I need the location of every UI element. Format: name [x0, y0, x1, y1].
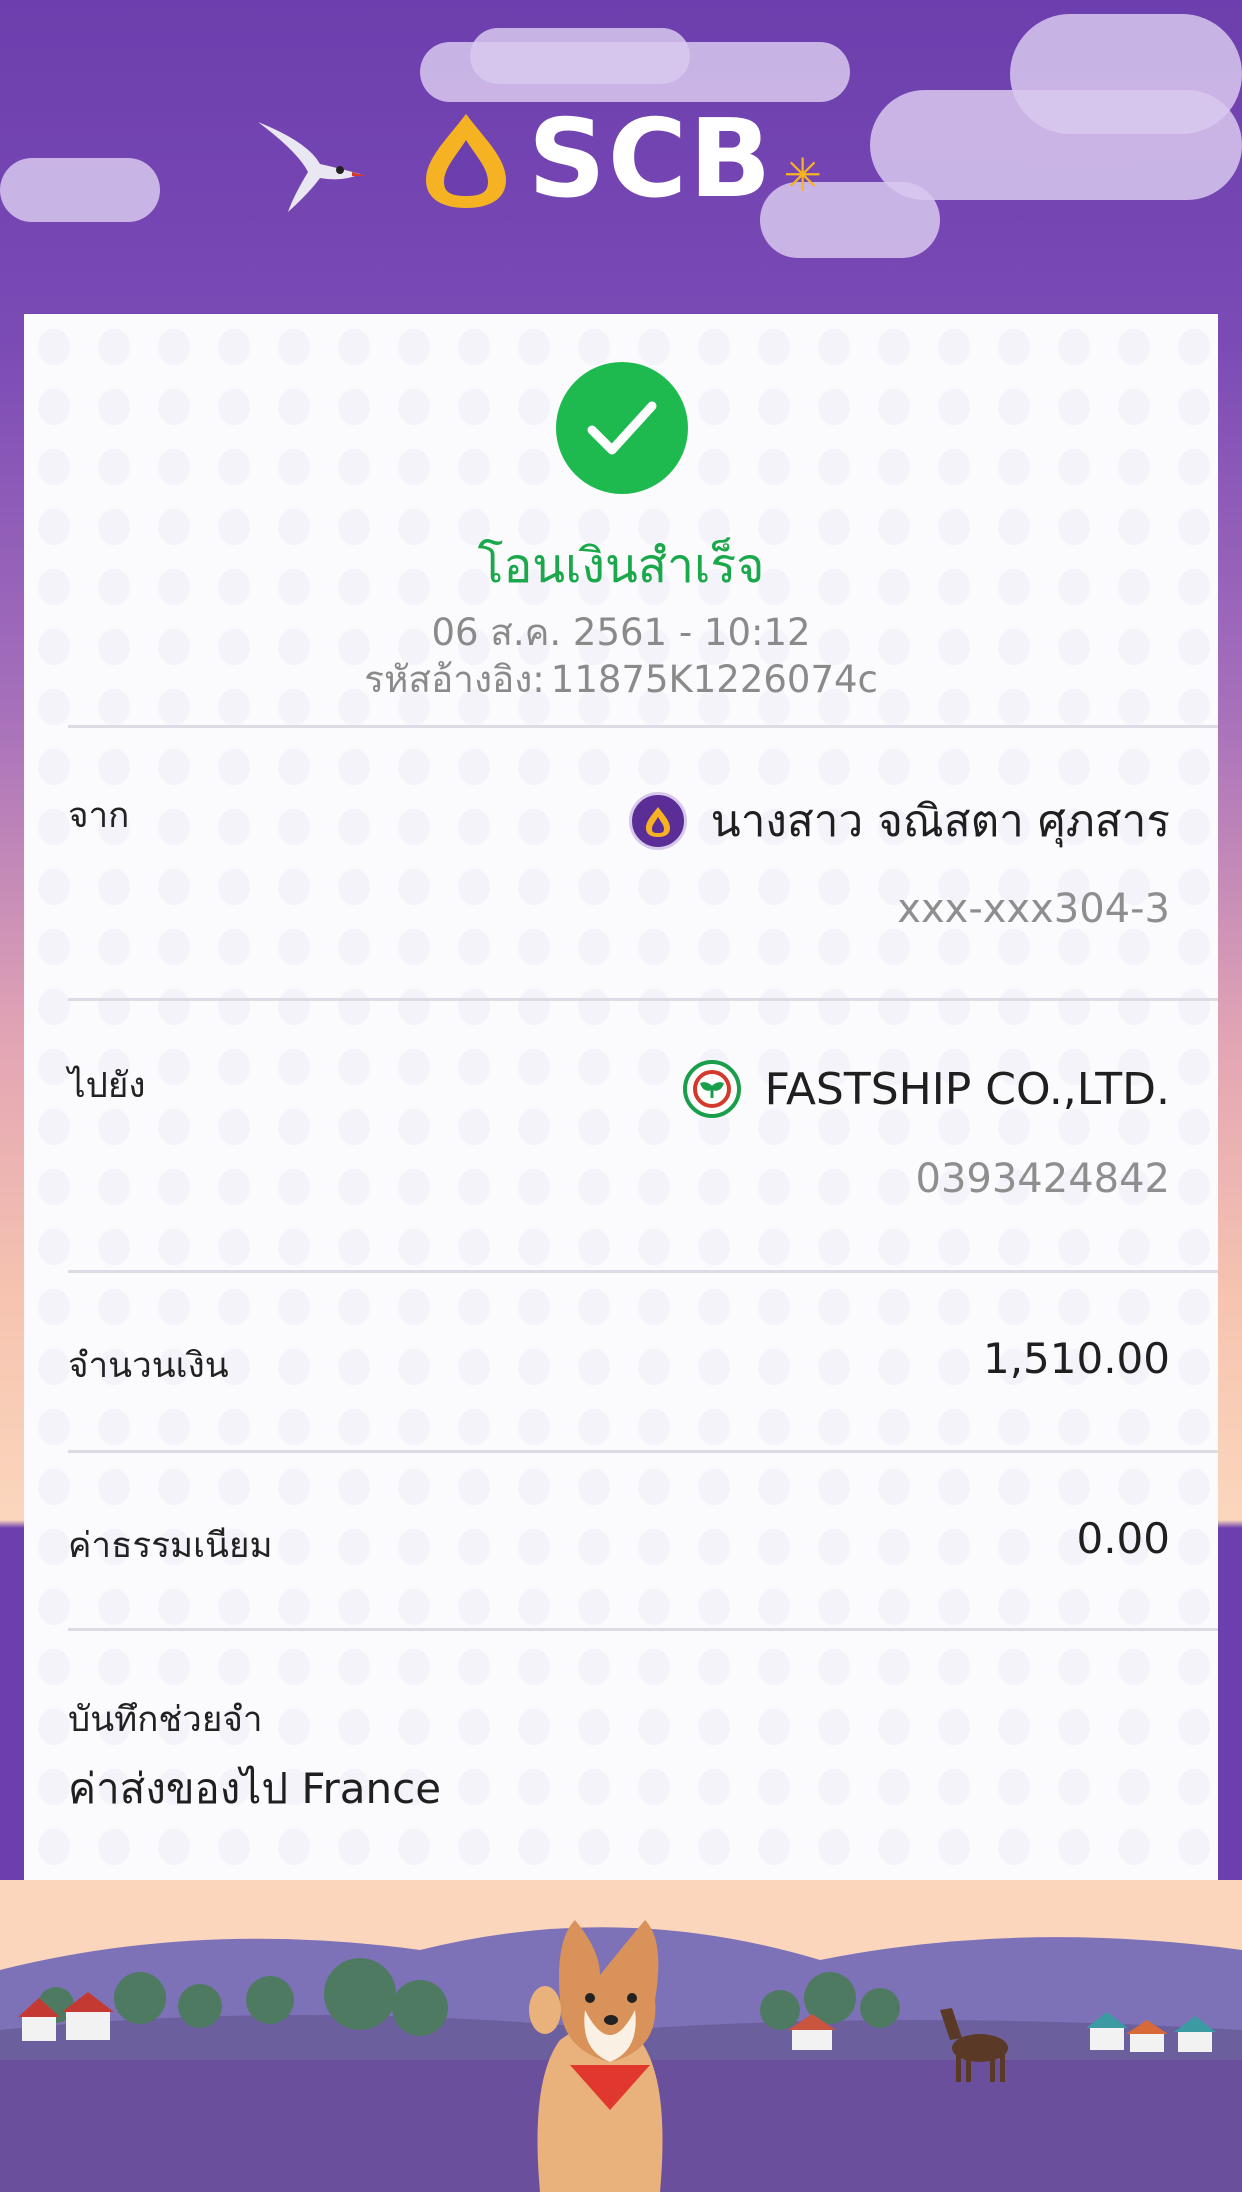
cloud-icon: [0, 158, 160, 222]
to-label: ไปยัง: [68, 1066, 146, 1106]
from-account-number: xxx-xxx304-3: [897, 886, 1170, 932]
from-account-name: นางสาว จณิสตา ศุภสาร: [710, 796, 1170, 847]
header-banner: SCB ✳: [0, 0, 1242, 320]
from-label: จาก: [68, 796, 130, 836]
divider: [68, 1450, 1218, 1453]
divider: [68, 1270, 1218, 1273]
kbank-bank-icon: [682, 1060, 741, 1118]
logo-text: SCB: [528, 97, 774, 222]
to-account-number: 0393424842: [915, 1156, 1171, 1202]
success-check-badge: [556, 362, 688, 494]
from-name-wrap: นางสาว จณิสตา ศุภสาร: [628, 786, 1170, 856]
scb-logo: SCB ✳: [420, 100, 822, 220]
divider: [68, 1628, 1218, 1631]
transfer-status-title: โอนเงินสำเร็จ: [477, 538, 765, 594]
reference-value: 11875K1226074c: [550, 658, 878, 701]
amount-value: 1,510.00: [982, 1334, 1170, 1383]
to-name-line: FASTSHIP CO.,LTD.: [682, 1060, 1170, 1118]
cloud-icon: [470, 28, 690, 84]
reference-line: รหัสอ้างอิง: 11875K1226074c: [0, 650, 1242, 709]
fee-label: ค่าธรรมเนียม: [68, 1526, 273, 1566]
check-icon: [587, 401, 657, 455]
memo-value: ค่าส่งของไป France: [68, 1764, 442, 1813]
reference-label: รหัสอ้างอิง:: [364, 658, 545, 701]
fee-value: 0.00: [1076, 1514, 1170, 1563]
amount-label: จำนวนเงิน: [68, 1346, 229, 1386]
footer-illustration: [0, 1880, 1242, 2192]
from-name-line: นางสาว จณิสตา ศุภสาร: [628, 786, 1170, 856]
scb-logo-mark-icon: [426, 114, 506, 208]
sparkle-icon: ✳: [783, 148, 822, 202]
divider: [68, 998, 1218, 1001]
to-name-wrap: FASTSHIP CO.,LTD.: [682, 1060, 1170, 1118]
scb-bank-icon: [628, 792, 687, 850]
divider: [68, 725, 1218, 728]
bird-icon: [258, 122, 366, 212]
cloud-icon: [1010, 14, 1242, 134]
to-account-name: FASTSHIP CO.,LTD.: [764, 1063, 1170, 1115]
memo-label: บันทึกช่วยจำ: [68, 1700, 263, 1740]
